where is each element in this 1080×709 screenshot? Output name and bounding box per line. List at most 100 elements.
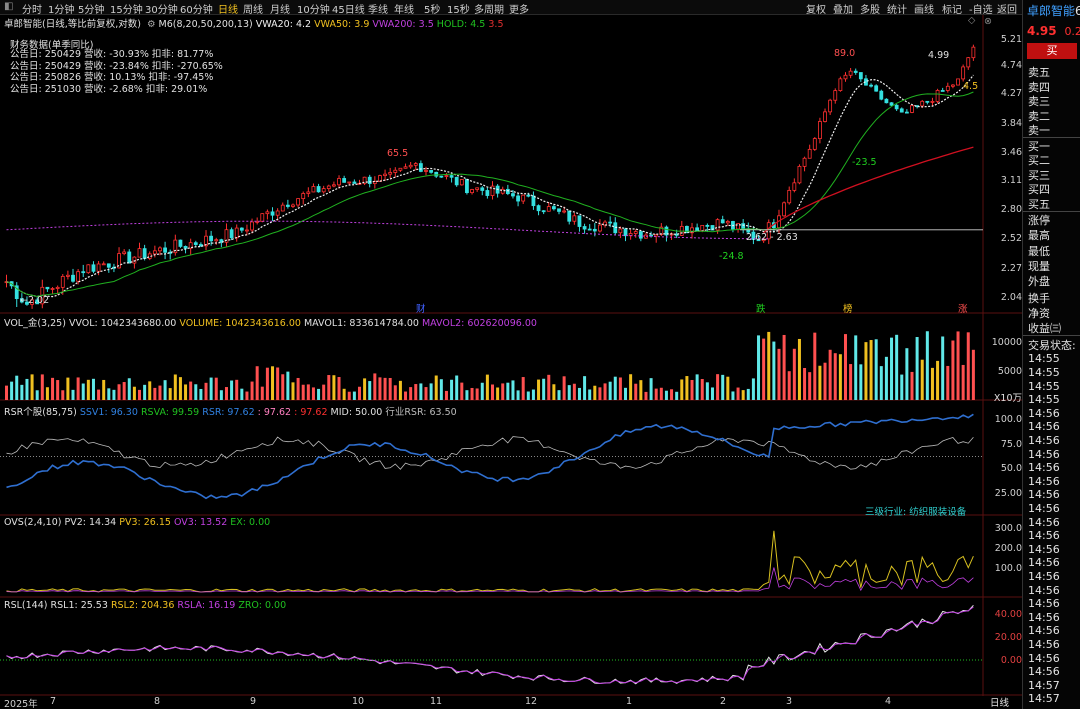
low-annotation: -24.8 — [719, 251, 744, 262]
tick-time: 14:56 — [1028, 583, 1060, 597]
layout-icon[interactable]: ◧ — [4, 1, 13, 12]
event-marker[interactable]: 涨 — [958, 301, 968, 315]
date-axis-tick: 4 — [885, 696, 892, 707]
event-marker[interactable]: 跌 — [756, 301, 766, 315]
candle-body — [229, 229, 234, 239]
toolbar-action[interactable]: 标记 — [942, 1, 962, 16]
volume-bar — [537, 379, 541, 400]
price-axis-tick: 3.84 — [1000, 118, 1022, 129]
buy-button[interactable]: 买 — [1027, 43, 1077, 59]
ma-line — [6, 91, 974, 298]
stock-name[interactable]: 卓郎智能6 — [1027, 2, 1080, 19]
volume-title: VOL_金(3,25) — [4, 318, 66, 329]
toolbar-action[interactable]: 叠加 — [833, 1, 853, 16]
ovs-axis-tick: 100.0 — [994, 563, 1022, 574]
candle-body — [700, 224, 705, 232]
tick-time: 14:56 — [1028, 502, 1060, 515]
candle-body — [459, 179, 464, 186]
quote-stat: 换手 — [1028, 291, 1050, 305]
volume-bar — [936, 360, 940, 400]
volume-bar — [511, 380, 515, 400]
volume-bar — [409, 387, 413, 400]
period-tab[interactable]: 45日线 — [332, 1, 365, 16]
period-tab[interactable]: 15分钟 — [110, 1, 143, 16]
period-tab[interactable]: 30分钟 — [145, 1, 178, 16]
period-tab[interactable]: 5分钟 — [78, 1, 104, 16]
period-tab[interactable]: 15秒 — [447, 1, 470, 16]
toolbar-action[interactable]: -自选 — [969, 1, 993, 16]
volume-bar — [910, 371, 914, 400]
volume-bar — [97, 389, 101, 400]
period-tab[interactable]: 5秒 — [424, 1, 440, 16]
toolbar-action[interactable]: 画线 — [914, 1, 934, 16]
candle-body — [838, 78, 843, 92]
ovs-axis-tick: 200.0 — [994, 543, 1022, 554]
period-indicator[interactable]: 日线 — [990, 695, 1009, 709]
period-tab[interactable]: 日线 — [218, 1, 238, 16]
event-marker[interactable]: 榜 — [843, 301, 853, 315]
rsla-label: RSLA: 16.19 — [177, 600, 236, 611]
rsr-axis-tick: 50.0 — [1000, 463, 1022, 474]
period-tab[interactable]: 月线 — [270, 1, 290, 16]
candle-body — [940, 90, 945, 92]
candle-body — [925, 100, 930, 103]
volume-bar — [762, 338, 766, 400]
mavol2-label: MAVOL2: 602620096.00 — [421, 318, 537, 329]
volume-bar — [951, 340, 955, 400]
volume-bar — [86, 379, 90, 400]
date-axis-tick: 10 — [352, 696, 365, 707]
candle-body — [802, 157, 807, 167]
volume-bar — [184, 384, 188, 400]
candle-body — [475, 187, 480, 190]
candle-body — [122, 251, 127, 254]
indicator-line — [6, 567, 974, 593]
volume-bar — [618, 377, 622, 400]
candle-body — [132, 256, 137, 264]
toolbar-action[interactable]: 统计 — [887, 1, 907, 16]
volume-bar — [245, 391, 249, 400]
quote-stat: 最低 — [1028, 244, 1050, 258]
date-axis-tick: 2025年 — [4, 699, 38, 709]
high-annotation: 65.5 — [387, 148, 409, 159]
period-tab[interactable]: 更多 — [509, 1, 529, 16]
period-tab[interactable]: 多周期 — [474, 1, 504, 16]
candle-body — [945, 85, 950, 91]
volume-bar — [373, 373, 377, 400]
candle-body — [55, 286, 60, 289]
volume-bar — [859, 364, 863, 400]
toolbar-action[interactable]: 复权 — [806, 1, 826, 16]
bid-level: 买五 — [1028, 197, 1050, 211]
candle-body — [598, 224, 602, 232]
volume-bar — [419, 383, 423, 400]
candle-body — [81, 271, 86, 274]
period-tab[interactable]: 10分钟 — [297, 1, 330, 16]
volume-bar — [823, 362, 827, 400]
volume-bar — [5, 385, 8, 400]
toolbar-action[interactable]: 多股 — [860, 1, 880, 16]
volume-bar — [721, 374, 725, 400]
quote-stat: 最高 — [1028, 229, 1050, 243]
candle-body — [618, 228, 623, 234]
tick-time: 14:56 — [1028, 556, 1060, 570]
period-tab[interactable]: 年线 — [394, 1, 414, 16]
candle-body — [848, 70, 853, 76]
period-tab[interactable]: 1分钟 — [48, 1, 74, 16]
candle-body — [342, 178, 347, 183]
volume-bar — [731, 391, 735, 400]
range-annotation: 2.62 - 2.63 — [746, 232, 798, 243]
period-tab[interactable]: 分时 — [22, 1, 42, 16]
candle-body — [285, 204, 290, 207]
volume-bar — [214, 377, 218, 400]
period-tab[interactable]: 60分钟 — [180, 1, 213, 16]
volume-bar — [971, 349, 975, 400]
chart-canvas[interactable] — [0, 15, 1022, 696]
candle-body — [951, 84, 955, 87]
toolbar-action[interactable]: 返回 — [997, 1, 1017, 16]
period-tab[interactable]: 季线 — [368, 1, 388, 16]
candle-body — [408, 164, 413, 168]
candle-body — [715, 219, 720, 231]
period-tab[interactable]: 周线 — [243, 1, 263, 16]
event-marker[interactable]: 财 — [416, 301, 426, 315]
candle-body — [920, 100, 925, 107]
rsl2-label: RSL2: 204.36 — [110, 600, 175, 611]
